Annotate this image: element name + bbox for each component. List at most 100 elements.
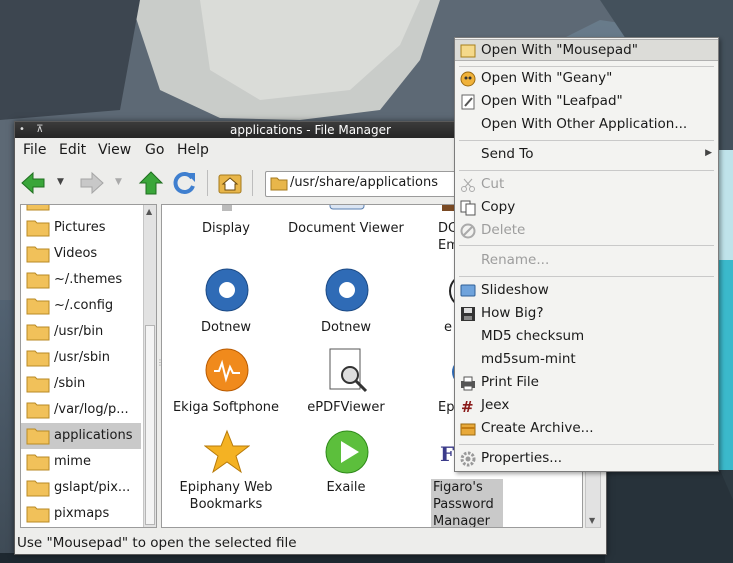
file-item-epdfviewer[interactable]: ePDFViewer [287, 347, 405, 417]
menu-item-open-geany[interactable]: Open With "Geany" [455, 68, 718, 90]
menu-file[interactable]: File [23, 142, 46, 158]
menu-item-send-to[interactable]: Send To ▶ [455, 144, 718, 166]
jeex-icon: # [461, 398, 474, 414]
sidebar-item-var-log[interactable]: /var/log/p... [21, 397, 141, 423]
menu-item-slideshow[interactable]: Slideshow [455, 280, 718, 302]
sidebar-item-label: /usr/sbin [54, 350, 110, 365]
home-button[interactable] [217, 170, 243, 196]
up-button[interactable] [138, 170, 164, 196]
star-icon [204, 429, 250, 474]
home-folder-icon [218, 174, 242, 194]
menu-item-cut[interactable]: Cut [455, 174, 718, 196]
sidebar-item-usr-bin[interactable]: /usr/bin [21, 319, 141, 345]
dotnew-icon [325, 268, 369, 312]
cut-icon [461, 178, 475, 192]
sidebar-item-label: /var/log/p... [54, 402, 129, 417]
folder-icon [26, 205, 50, 211]
sidebar-item-pixmaps[interactable]: pixmaps [21, 501, 141, 527]
menu-item-how-big[interactable]: How Big? [455, 303, 718, 325]
sidebar-item-label: applications [54, 428, 133, 443]
sidebar-item-gslapt[interactable]: gslapt/pix... [21, 475, 141, 501]
submenu-arrow-icon: ▶ [705, 148, 712, 158]
sidebar-item-sbin[interactable]: /sbin [21, 371, 141, 397]
window-menu-icon[interactable]: • ⊼ [19, 122, 47, 138]
sidebar-item-config[interactable]: ~/.config [21, 293, 141, 319]
leafpad-icon [461, 94, 475, 110]
menu-help[interactable]: Help [177, 142, 209, 158]
menu-item-open-other[interactable]: Open With Other Application... [455, 114, 718, 136]
window-title: applications - File Manager [230, 123, 391, 137]
folder-icon [270, 177, 288, 191]
menu-item-md5sum-mint[interactable]: md5sum-mint [455, 349, 718, 371]
geany-icon [460, 71, 476, 87]
scroll-up-icon[interactable]: ▲ [146, 207, 152, 216]
reload-button[interactable] [172, 170, 198, 196]
file-item-ekiga[interactable]: Ekiga Softphone [167, 347, 285, 417]
file-item-epiphany-bookmarks[interactable]: Epiphany Web Bookmarks [167, 429, 285, 519]
sidebar-item[interactable] [21, 205, 141, 215]
sidebar-item-themes[interactable]: ~/.themes [21, 267, 141, 293]
slideshow-icon [460, 284, 476, 297]
folder-icon [26, 350, 50, 367]
menu-separator [459, 140, 714, 141]
folder-icon [26, 246, 50, 263]
menu-item-jeex[interactable]: # Jeex [455, 395, 718, 417]
scrollbar-thumb[interactable] [145, 325, 155, 525]
folder-icon [26, 376, 50, 393]
menu-item-open-leafpad[interactable]: Open With "Leafpad" [455, 91, 718, 113]
menu-item-open-mousepad[interactable]: Open With "Mousepad" [455, 39, 718, 61]
archive-icon [460, 423, 476, 436]
menu-item-copy[interactable]: Copy [455, 197, 718, 219]
sidebar-item-label: ~/.themes [54, 272, 123, 287]
file-item-exaile[interactable]: Exaile [287, 429, 405, 519]
menu-item-print-file[interactable]: Print File [455, 372, 718, 394]
address-text: /usr/share/applications [290, 175, 439, 190]
sidebar-item-label: gslapt/pix... [54, 480, 131, 495]
sidebar-item-mime[interactable]: mime [21, 449, 141, 475]
forward-history-dropdown-icon[interactable]: ▼ [115, 177, 122, 187]
back-button[interactable] [20, 170, 46, 196]
sidebar-item-pictures[interactable]: Pictures [21, 215, 141, 241]
display-icon [222, 205, 232, 211]
menu-item-md5-checksum[interactable]: MD5 checksum [455, 326, 718, 348]
back-history-dropdown-icon[interactable]: ▼ [57, 177, 64, 187]
folder-icon [26, 272, 50, 289]
sidebar-item-usr-sbin[interactable]: /usr/sbin [21, 345, 141, 371]
sidebar-item-label: Pictures [54, 220, 106, 235]
svg-text:F: F [440, 443, 454, 465]
file-item-dotnew[interactable]: Dotnew [167, 267, 285, 337]
sidebar-item-label: Videos [54, 246, 98, 261]
menu-item-rename[interactable]: Rename... [455, 250, 718, 272]
menu-go[interactable]: Go [145, 142, 164, 158]
menu-item-create-archive[interactable]: Create Archive... [455, 418, 718, 440]
dotnew-icon [205, 268, 249, 312]
sidepane-scrollbar[interactable]: ▲ [143, 205, 156, 527]
menu-edit[interactable]: Edit [59, 142, 86, 158]
sidebar-item-videos[interactable]: Videos [21, 241, 141, 267]
sidebar-item-label: mime [54, 454, 91, 469]
forward-button[interactable] [79, 170, 105, 196]
delete-icon [460, 223, 476, 239]
side-pane: Pictures Videos ~/.themes ~/.config /usr… [20, 204, 157, 528]
sidebar-item-applications[interactable]: applications [21, 423, 141, 449]
scroll-down-icon[interactable]: ▼ [589, 516, 595, 525]
sidebar-item-label: ~/.config [54, 298, 114, 313]
epdfviewer-icon [329, 348, 368, 393]
toolbar-separator [252, 170, 253, 196]
svg-text:#: # [461, 398, 474, 414]
sidebar-item-label: pixmaps [54, 506, 110, 521]
exaile-play-icon [325, 430, 369, 474]
file-item-document-viewer[interactable]: Document Viewer [287, 205, 405, 265]
menu-view[interactable]: View [98, 142, 131, 158]
menu-item-properties[interactable]: Properties... [455, 448, 718, 470]
file-item-display[interactable]: Display [167, 205, 285, 265]
menu-item-delete[interactable]: Delete [455, 220, 718, 242]
folder-icon [26, 298, 50, 315]
sidebar-item-label: /sbin [54, 376, 86, 391]
status-bar: Use "Mousepad" to open the selected file [17, 535, 297, 551]
folder-icon [26, 506, 50, 523]
file-item-dotnew[interactable]: Dotnew [287, 267, 405, 337]
disk-icon [461, 307, 475, 321]
folder-icon [26, 428, 50, 445]
printer-icon [461, 376, 475, 391]
